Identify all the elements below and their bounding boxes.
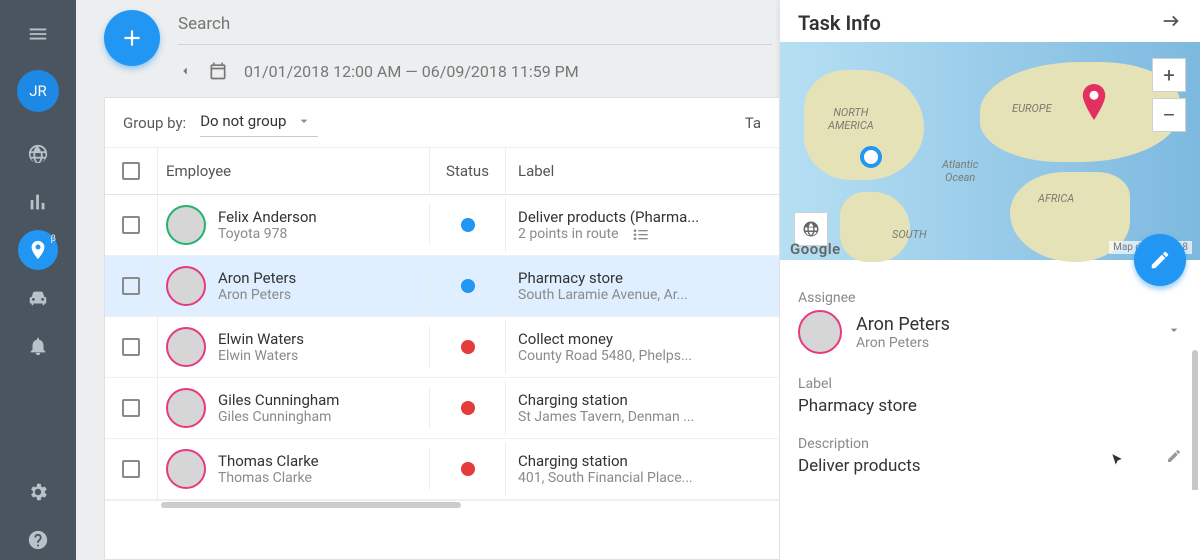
table-body: Felix AndersonToyota 978 Deliver products… (105, 195, 779, 500)
menu-icon[interactable] (18, 14, 58, 54)
employee-sub: Giles Cunningham (218, 409, 339, 425)
assignee-name: Aron Peters (856, 314, 950, 335)
collapse-panel-button[interactable] (1160, 10, 1182, 36)
employee-sub: Thomas Clarke (218, 470, 319, 486)
gear-icon[interactable] (18, 472, 58, 512)
task-info-panel: Task Info NORTH AMERICA EUROPE AFRICA SO… (780, 0, 1200, 560)
map-label-eu: EUROPE (1012, 102, 1052, 115)
main-area: 01/01/2018 12:00 AM — 06/09/2018 11:59 P… (76, 0, 780, 560)
task-info-title: Task Info (798, 11, 881, 35)
label-value: Pharmacy store (798, 396, 1182, 416)
group-by-label: Group by: (123, 114, 186, 132)
cursor-icon (1110, 452, 1124, 466)
map-label-af: AFRICA (1038, 192, 1074, 205)
date-prev-button[interactable] (178, 64, 192, 78)
select-all-checkbox[interactable] (122, 162, 140, 180)
assignee-label: Assignee (798, 290, 1182, 306)
row-checkbox[interactable] (122, 460, 140, 478)
row-label: Charging station (518, 452, 767, 470)
status-dot (461, 462, 475, 476)
task-list-panel: Group by: Do not group Ta Employee Statu… (104, 97, 780, 560)
employee-name: Elwin Waters (218, 330, 304, 348)
row-label: Pharmacy store (518, 269, 767, 287)
table-header: Employee Status Label (105, 148, 779, 195)
status-dot (461, 340, 475, 354)
analytics-icon[interactable] (18, 182, 58, 222)
table-row[interactable]: Giles CunninghamGiles Cunningham Charging… (105, 378, 779, 439)
map-label-ao: Atlantic Ocean (942, 158, 978, 184)
row-checkbox[interactable] (122, 277, 140, 295)
employee-sub: Aron Peters (218, 287, 296, 303)
map-zoom-out-button[interactable]: – (1152, 98, 1186, 132)
status-dot (461, 401, 475, 415)
assignee-select[interactable]: Aron Peters Aron Peters (798, 310, 1182, 354)
row-label-sub: County Road 5480, Phelps... (518, 348, 767, 364)
table-row[interactable]: Thomas ClarkeThomas Clarke Charging stati… (105, 439, 779, 500)
table-row[interactable]: Aron PetersAron Peters Pharmacy storeSout… (105, 256, 779, 317)
row-checkbox[interactable] (122, 338, 140, 356)
row-label: Charging station (518, 391, 767, 409)
employee-avatar (166, 449, 206, 489)
row-label: Deliver products (Pharma... (518, 208, 767, 226)
tasks-icon[interactable]: β (18, 230, 58, 270)
car-icon[interactable] (18, 278, 58, 318)
employee-avatar (166, 327, 206, 367)
table-row[interactable]: Elwin WatersElwin Waters Collect moneyCou… (105, 317, 779, 378)
employee-name: Aron Peters (218, 269, 296, 287)
employee-name: Giles Cunningham (218, 391, 339, 409)
col-header-employee[interactable]: Employee (157, 148, 429, 194)
employee-sub: Elwin Waters (218, 348, 304, 364)
add-button[interactable] (104, 10, 160, 66)
employee-name: Felix Anderson (218, 208, 317, 226)
map-brand: Google (790, 240, 841, 258)
left-sidebar: JR β (0, 0, 76, 560)
date-range-text: 01/01/2018 12:00 AM — 06/09/2018 11:59 P… (244, 62, 579, 81)
row-label-sub: 401, South Financial Place... (518, 470, 767, 486)
status-dot (461, 279, 475, 293)
vertical-scrollbar[interactable] (1192, 350, 1198, 490)
col-header-label[interactable]: Label (505, 148, 779, 194)
map-label-sa: SOUTH (892, 228, 927, 241)
map-marker-location (860, 146, 882, 168)
globe-icon[interactable] (18, 134, 58, 174)
help-icon[interactable] (18, 520, 58, 560)
row-label-sub: 2 points in route (518, 226, 767, 242)
calendar-icon[interactable] (208, 61, 228, 81)
employee-avatar (166, 266, 206, 306)
map-zoom-in-button[interactable]: + (1152, 58, 1186, 92)
row-label-sub: South Laramie Avenue, Ar... (518, 287, 767, 303)
row-checkbox[interactable] (122, 399, 140, 417)
employee-avatar (166, 205, 206, 245)
group-by-select[interactable]: Do not group (200, 108, 318, 137)
description-label: Description (798, 436, 921, 452)
col-header-status[interactable]: Status (429, 148, 505, 194)
label-label: Label (798, 376, 1182, 392)
assignee-avatar (798, 310, 842, 354)
employee-sub: Toyota 978 (218, 226, 317, 242)
assignee-sub: Aron Peters (856, 335, 950, 351)
route-list-icon (633, 228, 649, 240)
search-input[interactable] (178, 10, 772, 45)
row-label: Collect money (518, 330, 767, 348)
beta-badge: β (51, 234, 56, 244)
chevron-down-icon (1166, 322, 1182, 342)
map-label-na: NORTH AMERICA (828, 106, 874, 132)
chevron-down-icon (296, 113, 312, 129)
row-label-sub: St James Tavern, Denman ... (518, 409, 767, 425)
edit-description-button[interactable] (1166, 448, 1182, 468)
row-checkbox[interactable] (122, 216, 140, 234)
employee-name: Thomas Clarke (218, 452, 319, 470)
table-row[interactable]: Felix AndersonToyota 978 Deliver products… (105, 195, 779, 256)
status-dot (461, 218, 475, 232)
description-value: Deliver products (798, 456, 921, 476)
map-pin-icon (1080, 84, 1108, 120)
edit-task-button[interactable] (1134, 234, 1186, 286)
horizontal-scrollbar[interactable] (105, 500, 779, 508)
user-avatar[interactable]: JR (17, 70, 59, 112)
right-tab-truncated[interactable]: Ta (745, 114, 761, 132)
bell-icon[interactable] (18, 326, 58, 366)
employee-avatar (166, 388, 206, 428)
task-map[interactable]: NORTH AMERICA EUROPE AFRICA SOUTH Atlant… (780, 42, 1200, 260)
